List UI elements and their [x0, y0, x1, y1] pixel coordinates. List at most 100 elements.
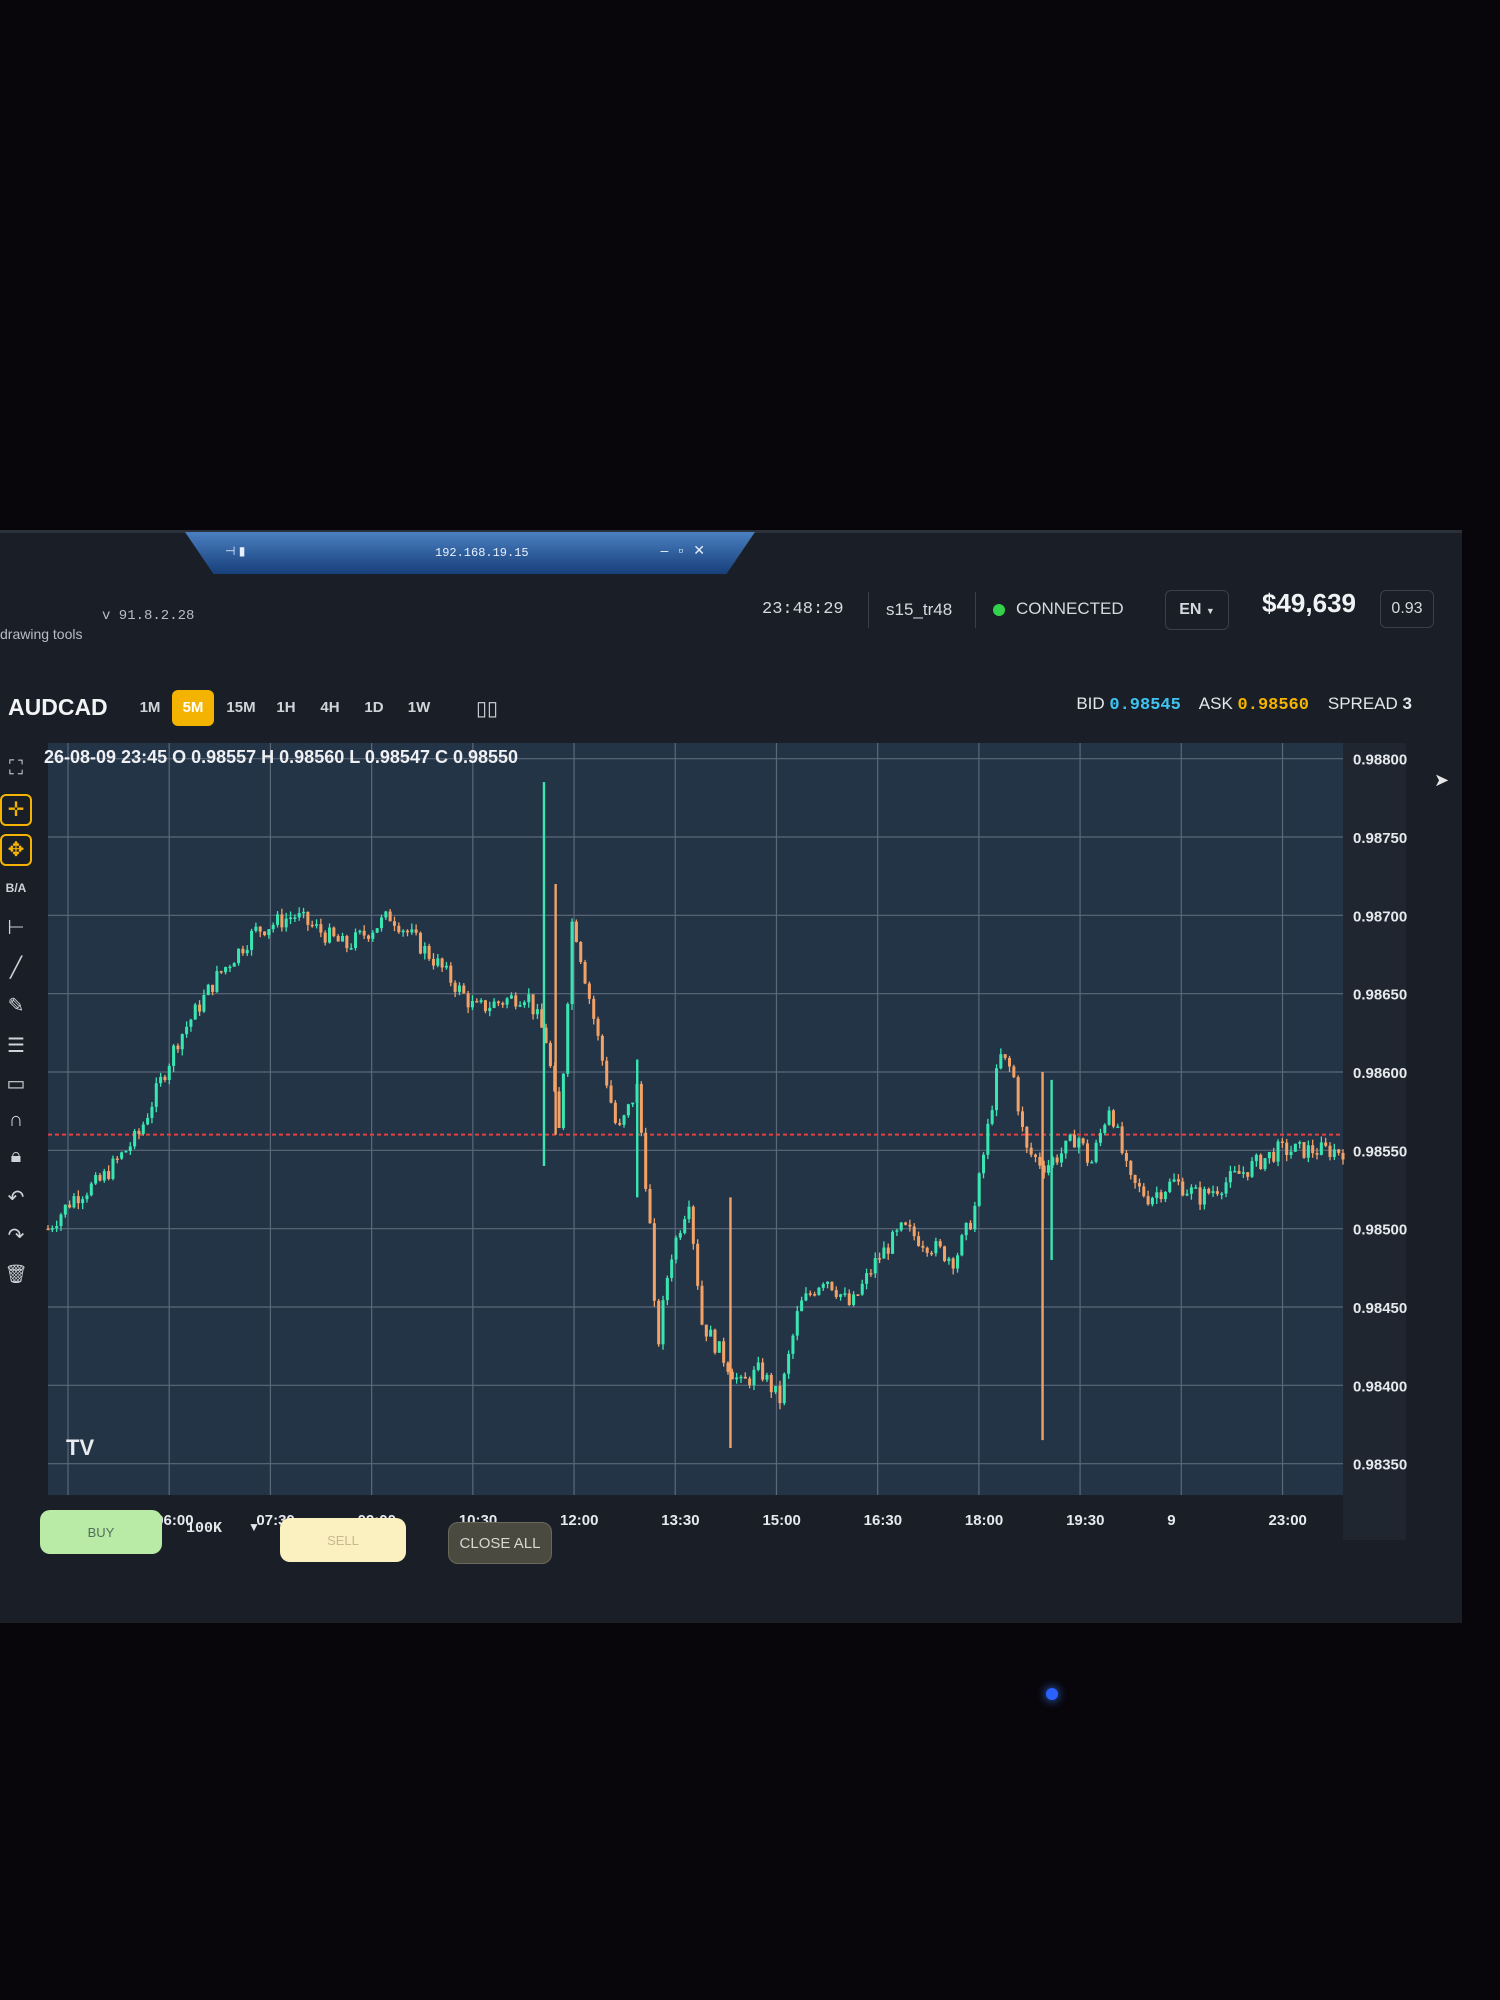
language-select[interactable]: EN ▼	[1165, 590, 1229, 630]
candle-body	[1298, 1142, 1302, 1144]
candle-body	[449, 965, 453, 983]
candle-body	[94, 1175, 98, 1184]
candle-body	[769, 1374, 773, 1393]
tab-1m[interactable]: 1M	[132, 690, 168, 726]
candle-body	[509, 995, 513, 999]
candle-body	[1189, 1187, 1193, 1194]
candle-body	[1289, 1151, 1293, 1155]
candle-body	[1337, 1149, 1341, 1153]
tab-5m[interactable]: 5M	[172, 690, 214, 726]
price-chart[interactable]: 0.98800 0.98750 0.98700 0.98650 0.98600 0.985…	[18, 735, 1426, 1540]
candle-body	[657, 1300, 661, 1345]
tab-1d[interactable]: 1D	[356, 690, 392, 726]
candle-body	[1142, 1186, 1146, 1197]
candle-body	[193, 1004, 197, 1020]
close-all-button[interactable]: CLOSE ALL	[448, 1522, 552, 1564]
candle-body	[934, 1241, 938, 1254]
candle-body	[856, 1294, 860, 1296]
candle-body	[1133, 1175, 1137, 1184]
candle-body	[774, 1386, 778, 1393]
candle-body	[756, 1362, 760, 1370]
candle-body	[860, 1283, 864, 1295]
candle-body	[661, 1300, 665, 1345]
candle-body	[310, 924, 314, 927]
candle-body	[1020, 1111, 1025, 1127]
tab-1h[interactable]: 1H	[268, 690, 304, 726]
tab-4h[interactable]: 4H	[312, 690, 348, 726]
candle-body	[891, 1231, 895, 1254]
candle-body	[878, 1258, 882, 1260]
window-controls[interactable]: –▫✕	[661, 542, 715, 559]
candle-body	[969, 1222, 973, 1230]
sell-button[interactable]: SELL	[280, 1518, 406, 1562]
tab-15m[interactable]: 15M	[220, 690, 262, 726]
candle-body	[960, 1235, 964, 1256]
candle-body	[1332, 1149, 1336, 1157]
candle-body	[1155, 1192, 1159, 1198]
candle-body	[466, 993, 470, 1008]
candle-body	[739, 1376, 743, 1379]
candle-body	[89, 1183, 93, 1196]
candle-body	[211, 984, 215, 992]
balance-extra[interactable]: 0.93	[1380, 590, 1434, 628]
candle-body	[1124, 1153, 1128, 1161]
candle-body	[267, 929, 271, 936]
candle-body	[280, 914, 284, 928]
candle-body	[600, 1035, 604, 1061]
candle-body	[882, 1247, 886, 1259]
candle-body	[800, 1300, 804, 1312]
candle-body	[791, 1335, 795, 1354]
candle-body	[405, 930, 409, 933]
candle-body	[254, 926, 258, 931]
candle-body	[717, 1341, 721, 1353]
candle-body	[1233, 1170, 1237, 1173]
pin-icon[interactable]: ⊣ ▮	[225, 544, 245, 558]
candle-body	[120, 1152, 124, 1159]
candle-body	[336, 936, 340, 942]
candle-body	[700, 1285, 704, 1325]
candle-body	[1168, 1181, 1172, 1192]
candle-body	[1068, 1134, 1072, 1141]
candle-body	[328, 927, 332, 943]
candle-body	[1276, 1141, 1280, 1162]
candle-body	[687, 1206, 691, 1220]
chevron-down-icon[interactable]: ▼	[248, 1520, 260, 1534]
candle-body	[453, 982, 457, 992]
candle-body	[964, 1222, 968, 1236]
symbol-label[interactable]: AUDCAD	[8, 694, 108, 721]
candle-body	[124, 1150, 128, 1153]
candle-body	[1003, 1054, 1007, 1059]
candle-body	[1033, 1154, 1038, 1157]
candle-body	[912, 1226, 916, 1237]
remote-desktop-bar[interactable]: ⊣ ▮ 192.168.19.15 –▫✕	[185, 532, 755, 574]
candle-body	[778, 1386, 782, 1404]
candle-body	[479, 1000, 483, 1003]
buy-button[interactable]: BUY	[40, 1510, 162, 1554]
candle-body	[1007, 1058, 1012, 1067]
candle-body	[202, 995, 206, 1012]
candle-body	[241, 948, 245, 954]
candle-body	[605, 1060, 609, 1086]
candle-body	[470, 1001, 474, 1008]
candlestick-icon[interactable]: ▯▯	[476, 696, 498, 721]
candle-body	[68, 1204, 72, 1208]
candle-body	[76, 1196, 80, 1204]
chart-svg[interactable]: 0.98800 0.98750 0.98700 0.98650 0.98600 0.985…	[18, 735, 1426, 1540]
candle-body	[834, 1290, 838, 1297]
candle-body	[704, 1324, 708, 1337]
candle-body	[436, 958, 440, 966]
candle-body	[1324, 1142, 1328, 1146]
candle-body	[977, 1173, 981, 1206]
candle-body	[388, 911, 392, 922]
y-tick-label: 0.98500	[1353, 1222, 1407, 1239]
candle-body	[115, 1158, 119, 1161]
candle-body	[392, 921, 396, 926]
candle-body	[228, 966, 232, 969]
candle-body	[1064, 1140, 1068, 1154]
candle-body	[566, 1003, 570, 1074]
candle-body	[341, 936, 345, 942]
candle-body	[55, 1226, 59, 1229]
tab-1w[interactable]: 1W	[400, 690, 438, 726]
lot-size[interactable]: 100K	[186, 1520, 222, 1537]
candle-body	[418, 932, 422, 954]
